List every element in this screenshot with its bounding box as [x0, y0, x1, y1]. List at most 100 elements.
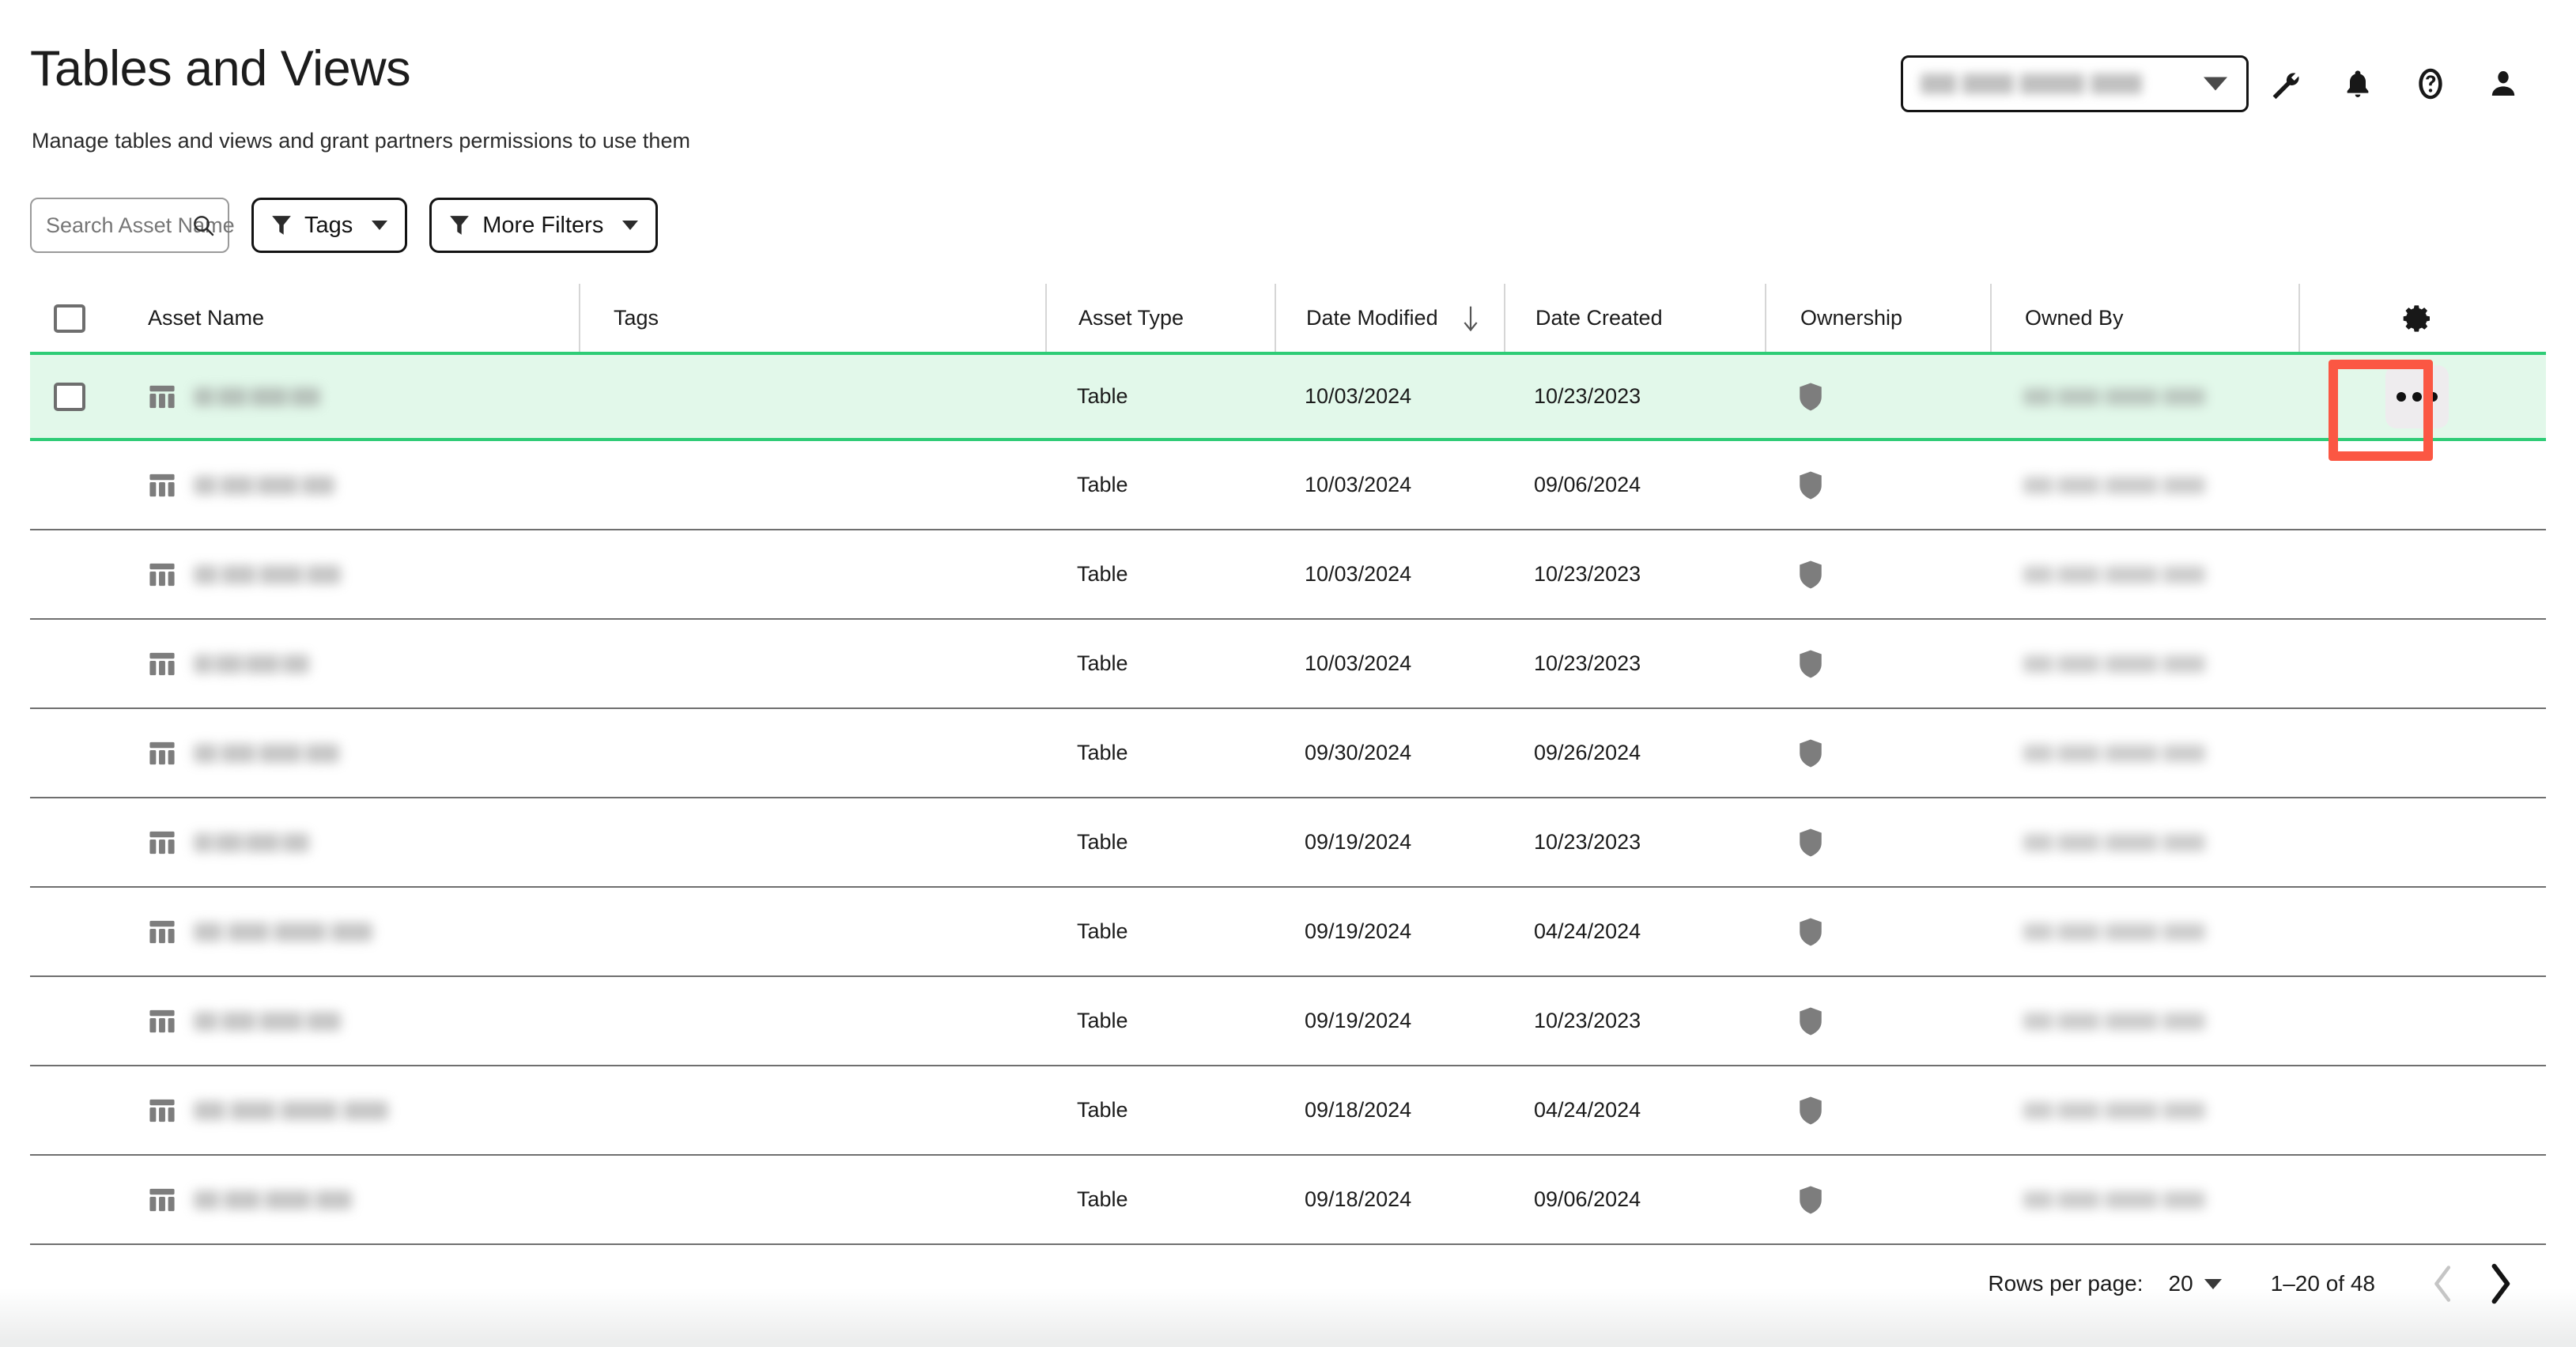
asset-name-value: [194, 922, 372, 941]
table-row[interactable]: Table 09/19/2024 04/24/2024: [30, 888, 2546, 977]
table-row[interactable]: Table 09/18/2024 04/24/2024: [30, 1066, 2546, 1156]
owned-by-value: [2023, 1190, 2205, 1209]
owned-by-value: [2023, 744, 2205, 762]
more-filters-button[interactable]: More Filters: [429, 198, 659, 253]
cell-actions: [2298, 708, 2536, 798]
cell-date-modified: 09/19/2024: [1305, 830, 1412, 854]
asset-name-value: [194, 564, 341, 584]
table-row[interactable]: Table 10/03/2024 10/23/2023: [30, 352, 2546, 441]
assets-table: Asset Name Tags Asset Type Date Modified…: [0, 283, 2576, 1245]
cell-owned-by: [1990, 708, 2298, 798]
cell-date-modified: 10/03/2024: [1305, 473, 1412, 496]
cell-asset-type: Table: [1077, 1009, 1128, 1032]
tags-filter-button[interactable]: Tags: [251, 198, 408, 253]
table-row[interactable]: Table 10/03/2024 09/06/2024: [30, 441, 2546, 530]
cell-tags: [579, 887, 1045, 976]
cell-date-created: 10/23/2023: [1534, 651, 1641, 675]
cell-asset-type: Table: [1077, 473, 1128, 496]
cell-date-created: 10/23/2023: [1534, 384, 1641, 408]
rows-per-page-label: Rows per page:: [1988, 1271, 2144, 1296]
select-all-checkbox[interactable]: [54, 304, 85, 333]
cell-asset-name: [109, 798, 579, 887]
filters-toolbar: Search Asset Name Tags More Filters: [30, 198, 659, 253]
cell-owned-by: [1990, 976, 2298, 1066]
column-header-asset-type[interactable]: Asset Type: [1045, 283, 1275, 353]
table-row[interactable]: Table 09/18/2024 09/06/2024: [30, 1156, 2546, 1245]
pagination: Rows per page: 20 1–20 of 48: [1988, 1255, 2529, 1312]
chevron-left-icon: [2434, 1266, 2451, 1302]
shield-icon: [1800, 739, 1822, 767]
owned-by-value: [2023, 565, 2205, 583]
cell-asset-type: Table: [1077, 562, 1128, 586]
row-select-checkbox[interactable]: [54, 382, 85, 411]
cell-ownership: [1765, 355, 1990, 438]
row-select-cell: [30, 1155, 109, 1244]
pagination-range: 1–20 of 48: [2270, 1271, 2375, 1296]
previous-page-button[interactable]: [2415, 1255, 2472, 1312]
owned-by-value: [2023, 655, 2205, 673]
organization-select-value: [1921, 74, 2142, 94]
cell-tags: [579, 708, 1045, 798]
next-page-button[interactable]: [2472, 1255, 2529, 1312]
more-filters-label: More Filters: [482, 212, 604, 238]
bell-icon[interactable]: [2321, 55, 2394, 112]
column-header-tags[interactable]: Tags: [579, 283, 1045, 353]
cell-owned-by: [1990, 440, 2298, 530]
cell-actions: [2298, 798, 2536, 887]
table-icon: [149, 831, 175, 854]
owned-by-value: [2023, 1012, 2205, 1030]
page-title: Tables and Views: [30, 41, 411, 96]
cell-date-modified: 09/18/2024: [1305, 1187, 1412, 1211]
cell-owned-by: [1990, 619, 2298, 708]
cell-ownership: [1765, 887, 1990, 976]
page-subtitle: Manage tables and views and grant partne…: [32, 129, 690, 153]
search-asset-name-field[interactable]: Search Asset Name: [30, 198, 235, 253]
help-circle-icon[interactable]: [2394, 55, 2467, 112]
cell-actions: [2298, 976, 2536, 1066]
cell-asset-name: [109, 976, 579, 1066]
cell-actions: [2298, 1155, 2536, 1244]
cell-date-created: 09/26/2024: [1534, 741, 1641, 764]
owned-by-value: [2023, 833, 2205, 851]
column-header-asset-name[interactable]: Asset Name: [109, 284, 579, 353]
shield-icon: [1800, 918, 1822, 945]
column-header-date-modified[interactable]: Date Modified: [1275, 283, 1504, 353]
table-row[interactable]: Table 09/19/2024 10/23/2023: [30, 798, 2546, 888]
cell-actions: [2298, 440, 2536, 530]
asset-name-value: [194, 1190, 352, 1209]
cell-date-modified: 09/18/2024: [1305, 1098, 1412, 1122]
cell-asset-name: [109, 440, 579, 530]
gear-icon[interactable]: [2394, 295, 2442, 342]
more-options-icon[interactable]: [2385, 364, 2449, 428]
table-row[interactable]: Table 10/03/2024 10/23/2023: [30, 530, 2546, 620]
rows-per-page-select[interactable]: 20: [2169, 1271, 2222, 1296]
column-header-date-created[interactable]: Date Created: [1504, 283, 1765, 353]
cell-tags: [579, 976, 1045, 1066]
column-header-owned-by[interactable]: Owned By: [1990, 283, 2298, 353]
select-all-cell: [30, 284, 109, 353]
cell-date-modified: 10/03/2024: [1305, 562, 1412, 586]
organization-select[interactable]: [1901, 55, 2249, 112]
cell-ownership: [1765, 798, 1990, 887]
page-header: Tables and Views Manage tables and views…: [0, 0, 2576, 174]
table-row[interactable]: Table 09/19/2024 10/23/2023: [30, 977, 2546, 1066]
chevron-down-icon: [2204, 77, 2227, 91]
header-actions: [1901, 55, 2540, 112]
user-account-icon[interactable]: [2467, 55, 2540, 112]
table-row[interactable]: Table 09/30/2024 09/26/2024: [30, 709, 2546, 798]
asset-name-value: [194, 1011, 341, 1031]
table-header-row: Asset Name Tags Asset Type Date Modified…: [30, 283, 2546, 354]
chevron-right-icon: [2491, 1263, 2510, 1304]
cell-asset-type: Table: [1077, 384, 1128, 408]
asset-name-value: [194, 832, 309, 852]
cell-ownership: [1765, 619, 1990, 708]
shield-icon: [1800, 828, 1822, 856]
owned-by-value: [2023, 1101, 2205, 1119]
cell-asset-type: Table: [1077, 830, 1128, 854]
column-header-ownership[interactable]: Ownership: [1765, 283, 1990, 353]
wrench-icon[interactable]: [2249, 55, 2321, 112]
table-icon: [149, 741, 175, 764]
cell-asset-type: Table: [1077, 919, 1128, 943]
table-row[interactable]: Table 10/03/2024 10/23/2023: [30, 620, 2546, 709]
cell-tags: [579, 1155, 1045, 1244]
